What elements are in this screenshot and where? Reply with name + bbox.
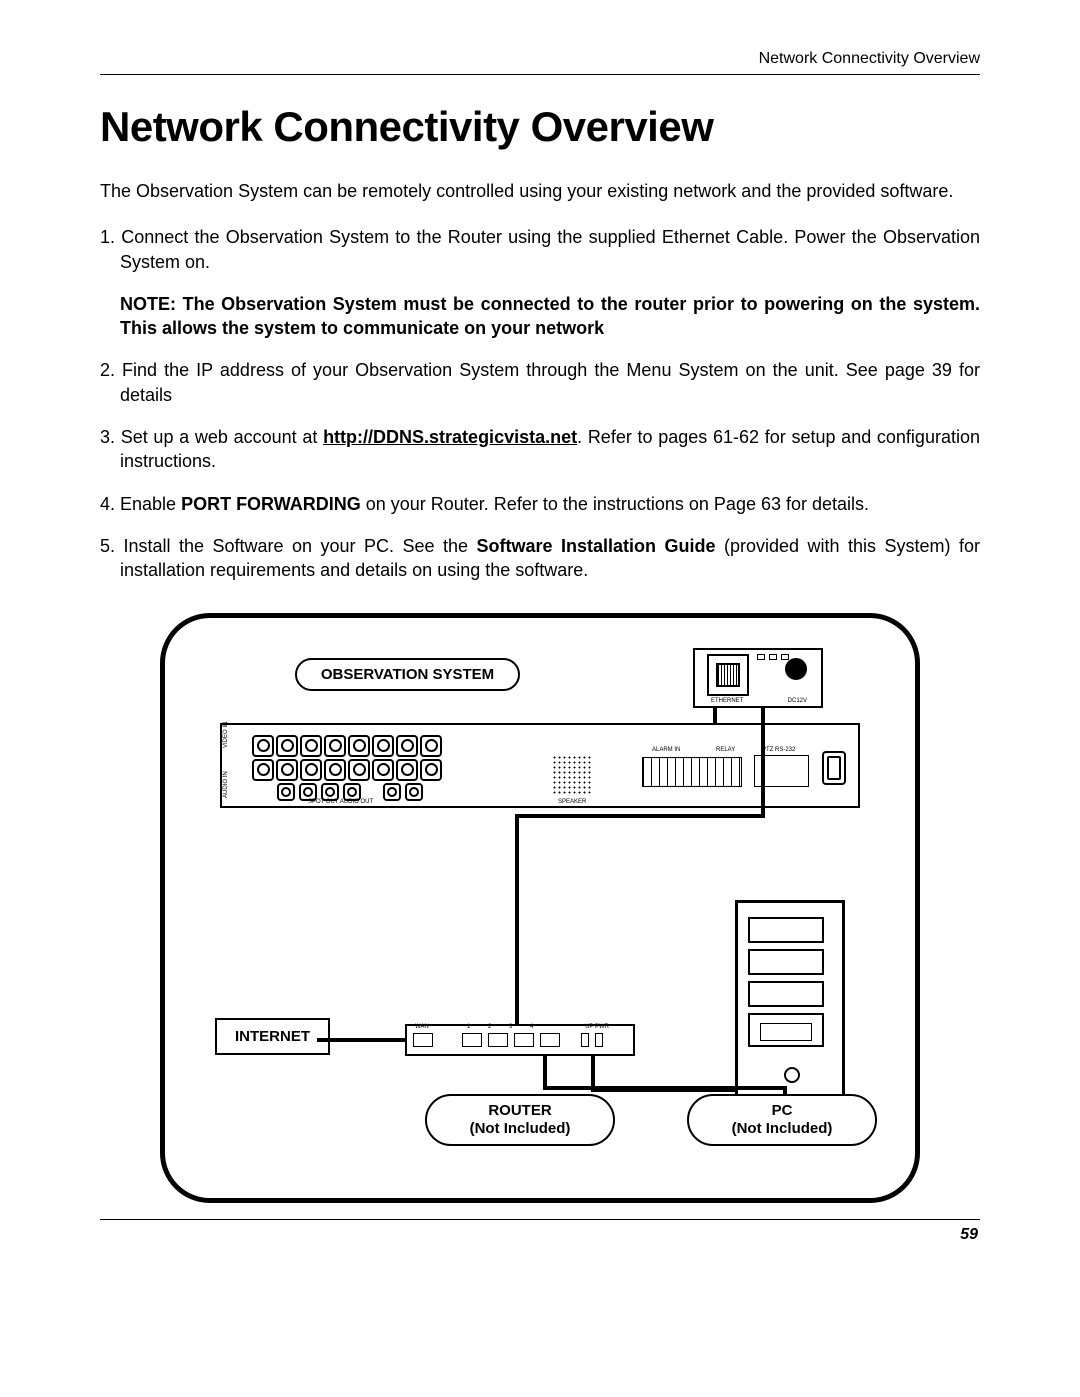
ethernet-module-icon: ETHERNET DC12V	[693, 648, 823, 708]
power-switch-icon	[822, 751, 846, 785]
header-rule	[100, 74, 980, 75]
ptz-rs232-label: PTZ RS-232	[762, 747, 795, 753]
step-2: 2. Find the IP address of your Observati…	[100, 358, 980, 407]
audio-in-label: AUDIO IN	[223, 771, 229, 798]
router-led-label: UP PWR	[585, 1024, 609, 1030]
observation-system-label: OBSERVATION SYSTEM	[295, 658, 520, 691]
step-3-pre: 3. Set up a web account at	[100, 427, 323, 447]
running-header: Network Connectivity Overview	[100, 50, 980, 68]
spot-audio-out-label: SPOT OUT AUDIO OUT	[308, 799, 373, 805]
relay-label: RELAY	[716, 747, 735, 753]
page-title: Network Connectivity Overview	[100, 103, 980, 151]
intro-paragraph: The Observation System can be remotely c…	[100, 179, 980, 203]
terminal-block-icon	[642, 757, 742, 787]
network-diagram: OBSERVATION SYSTEM ETHERNET DC12V VIDEO …	[160, 613, 920, 1203]
pc-label-line1: PC	[772, 1102, 793, 1119]
step-4: 4. Enable PORT FORWARDING on your Router…	[100, 492, 980, 516]
ddns-link[interactable]: http://DDNS.strategicvista.net	[323, 427, 577, 447]
footer-rule	[100, 1219, 980, 1220]
router-port-numbers: 1 2 3 4	[467, 1024, 541, 1030]
router-wan-label: WAN	[415, 1024, 429, 1030]
router-label-line1: ROUTER	[488, 1102, 551, 1119]
pc-label: PC (Not Included)	[687, 1094, 877, 1146]
step-5-pre: 5. Install the Software on your PC. See …	[100, 536, 477, 556]
alarm-in-label: ALARM IN	[652, 747, 680, 753]
router-label-line2: (Not Included)	[470, 1120, 571, 1137]
step-5: 5. Install the Software on your PC. See …	[100, 534, 980, 583]
router-label: ROUTER (Not Included)	[425, 1094, 615, 1146]
ethernet-port-label: ETHERNET	[711, 698, 743, 704]
internet-label: INTERNET	[215, 1018, 330, 1055]
pc-tower-icon	[735, 900, 845, 1100]
step-3: 3. Set up a web account at http://DDNS.s…	[100, 425, 980, 474]
software-guide-bold: Software Installation Guide	[477, 536, 716, 556]
speaker-grille-icon	[552, 755, 592, 795]
step-4-post: on your Router. Refer to the instruction…	[361, 494, 869, 514]
step-1: 1. Connect the Observation System to the…	[100, 225, 980, 274]
speaker-label: SPEAKER	[558, 799, 586, 805]
pc-label-line2: (Not Included)	[732, 1120, 833, 1137]
note-paragraph: NOTE: The Observation System must be con…	[100, 292, 980, 341]
page-number: 59	[100, 1226, 980, 1244]
step-4-pre: 4. Enable	[100, 494, 181, 514]
video-in-label: VIDEO IN	[223, 721, 229, 747]
router-icon: WAN 1 2 3 4 UP PWR	[405, 1024, 635, 1056]
port-forwarding-bold: PORT FORWARDING	[181, 494, 361, 514]
dc-power-jack-icon	[785, 658, 807, 680]
dc12v-label: DC12V	[788, 698, 807, 704]
rj45-port-icon	[707, 654, 749, 696]
